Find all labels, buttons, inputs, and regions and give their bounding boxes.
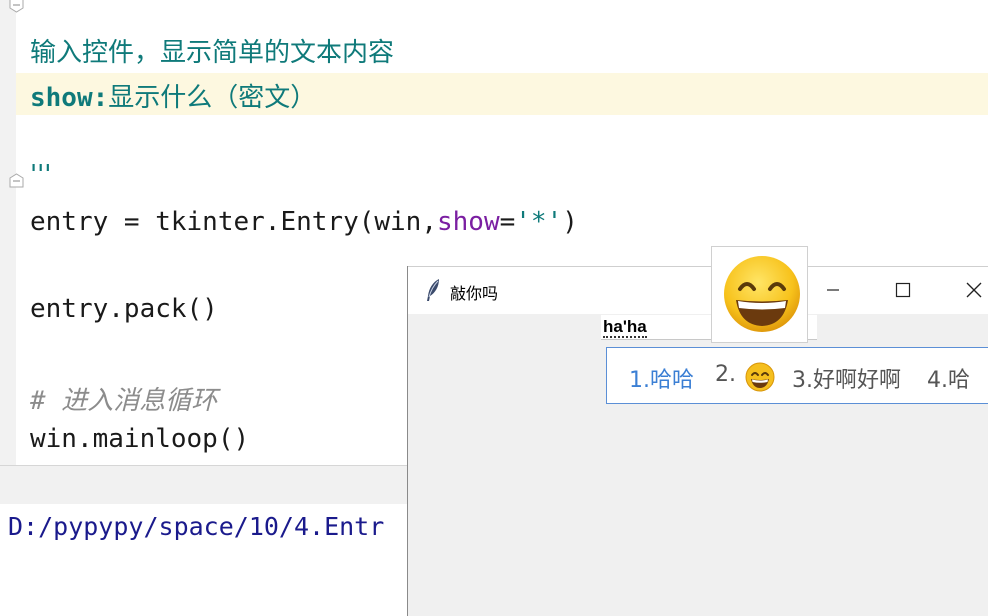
docstring-key: show: bbox=[30, 83, 109, 113]
fold-marker-icon[interactable] bbox=[9, 0, 24, 13]
fold-marker-icon[interactable] bbox=[9, 173, 24, 188]
code-entry-eq: = bbox=[499, 207, 516, 237]
close-button[interactable] bbox=[954, 275, 988, 305]
ime-candidate-1[interactable]: 1.哈哈 bbox=[629, 362, 694, 394]
editor-gutter bbox=[0, 0, 16, 465]
docstring-quotes-bottom: ''' bbox=[30, 160, 52, 190]
ime-candidate-3[interactable]: 3.好啊好啊 bbox=[792, 362, 901, 394]
code-entry-prefix: entry = tkinter.Entry(win, bbox=[30, 207, 437, 237]
minimize-button[interactable] bbox=[813, 275, 853, 305]
tk-window-title: 敲你吗 bbox=[450, 284, 499, 303]
ime-candidate-2[interactable]: 2. bbox=[715, 362, 736, 387]
code-line-pack: entry.pack() bbox=[30, 294, 218, 324]
minimize-icon bbox=[827, 289, 839, 291]
code-line-comment: # 进入消息循环 bbox=[30, 386, 218, 416]
maximize-icon bbox=[895, 282, 911, 298]
code-entry-keyword: show bbox=[437, 207, 500, 237]
maximize-button[interactable] bbox=[883, 275, 923, 305]
code-entry-close: ) bbox=[562, 207, 578, 237]
emoji-preview-popup bbox=[711, 246, 808, 343]
entry-composition-text: ha'ha bbox=[603, 317, 647, 338]
feather-icon bbox=[427, 279, 439, 301]
docstring-line-1: 输入控件，显示简单的文本内容 bbox=[30, 38, 395, 68]
code-line-entry: entry = tkinter.Entry(win,show='*') bbox=[30, 207, 578, 237]
close-icon bbox=[966, 282, 982, 298]
tk-window[interactable]: 敲你吗 ha'ha bbox=[407, 266, 988, 616]
grinning-face-icon bbox=[724, 256, 800, 332]
docstring-line-2: show:显示什么（密文） bbox=[30, 77, 316, 114]
code-entry-string: '*' bbox=[515, 207, 563, 237]
console-output-line: D:/pypypy/space/10/4.Entr bbox=[8, 512, 385, 541]
ime-candidate-4[interactable]: 4.哈 bbox=[927, 362, 970, 394]
tk-window-titlebar[interactable]: 敲你吗 bbox=[408, 266, 988, 314]
grinning-face-icon[interactable] bbox=[744, 361, 776, 393]
ime-candidate-bar[interactable]: 1.哈哈 2. 3.好啊好啊 4.哈 bbox=[606, 347, 988, 404]
code-line-mainloop: win.mainloop() bbox=[30, 424, 250, 454]
docstring-text: 显示什么（密文） bbox=[108, 83, 317, 113]
docstring-quotes-top: ''' bbox=[30, 0, 52, 16]
